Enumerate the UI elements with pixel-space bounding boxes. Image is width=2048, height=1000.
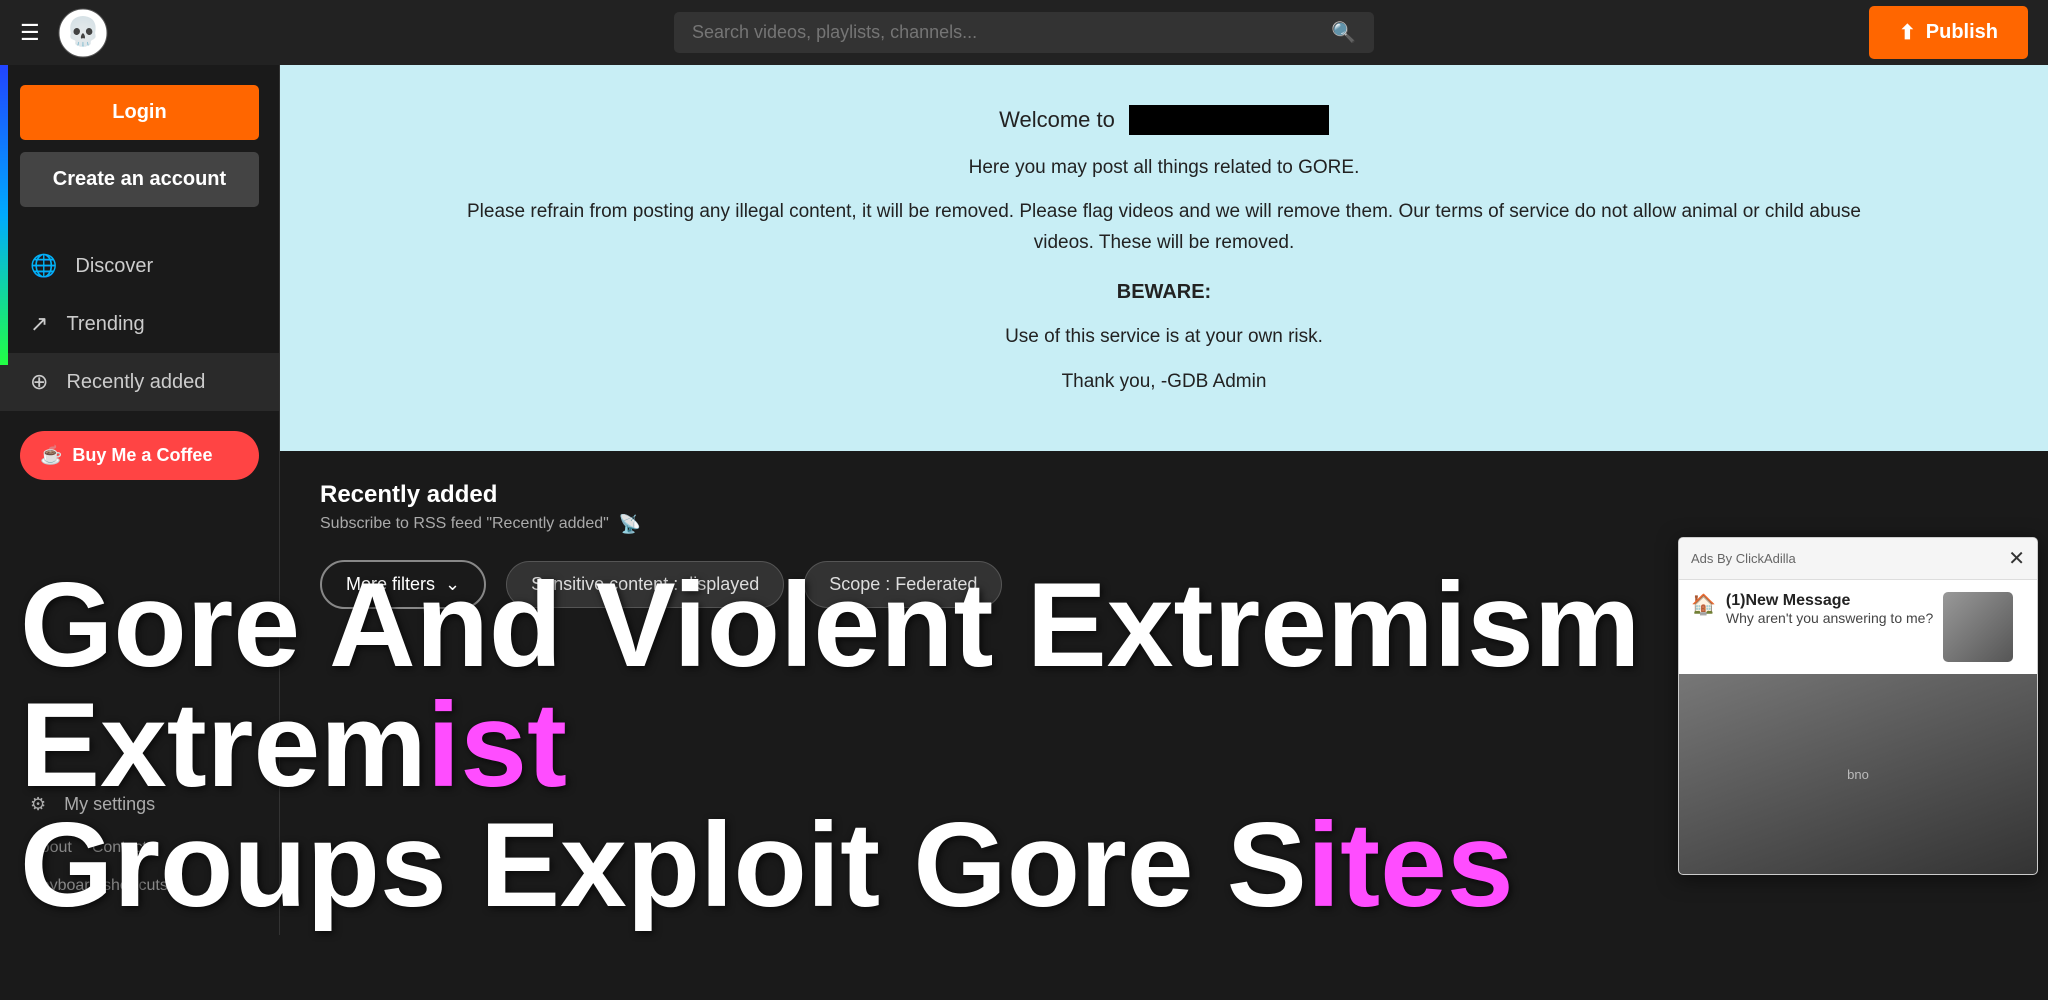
left-color-bar (0, 65, 8, 365)
plus-circle-icon: ⊕ (30, 369, 48, 395)
header: ☰ 💀 🔍 ⬆ Publish (0, 0, 2048, 65)
ad-popup: Ads By ClickAdilla ✕ 🏠 (1)New Message Wh… (1678, 537, 2038, 875)
sidebar-bottom: ⚙ My settings About Contact Keyboard sho… (0, 770, 279, 915)
about-link[interactable]: About (30, 839, 72, 857)
ad-sub-text: Why aren't you answering to me? (1726, 610, 1933, 626)
section-subtitle: Subscribe to RSS feed "Recently added" 📡 (320, 514, 2008, 535)
sidebar-item-recently-added[interactable]: ⊕ Recently added (0, 353, 279, 411)
coffee-icon: ☕ (40, 445, 62, 466)
trending-icon: ↗ (30, 311, 48, 337)
keyboard-shortcuts-link[interactable]: Keyboard shortcuts (30, 877, 168, 895)
svg-text:💀: 💀 (65, 15, 100, 48)
section-title: Recently added (320, 481, 2008, 509)
ad-top-row: 🏠 (1)New Message Why aren't you answerin… (1679, 580, 2037, 674)
ad-popup-content: 🏠 (1)New Message Why aren't you answerin… (1679, 580, 2037, 874)
chevron-down-icon: ⌄ (445, 574, 460, 595)
sidebar-item-recently-added-label: Recently added (66, 371, 205, 394)
more-filters-label: More filters (346, 574, 435, 595)
welcome-line2: Here you may post all things related to … (464, 153, 1864, 183)
bno-label: bno (1847, 767, 1869, 782)
welcome-beware: BEWARE: (464, 276, 1864, 308)
settings-label: My settings (64, 794, 155, 815)
sidebar-item-trending-label: Trending (66, 313, 144, 336)
sidebar-item-discover[interactable]: 🌐 Discover (0, 237, 279, 295)
welcome-thanks: Thank you, -GDB Admin (464, 367, 1864, 397)
gear-icon: ⚙ (30, 794, 46, 815)
ad-message-icon: 🏠 (1691, 592, 1716, 617)
sidebar: Login Create an account 🌐 Discover ↗ Tre… (0, 65, 280, 935)
contact-link[interactable]: Contact (92, 839, 147, 857)
sidebar-item-discover-label: Discover (75, 255, 153, 278)
welcome-banner: Welcome to Here you may post all things … (280, 65, 2048, 451)
publish-label: Publish (1926, 21, 1998, 44)
create-account-button[interactable]: Create an account (20, 152, 259, 207)
ad-image-placeholder: bno (1679, 674, 2037, 874)
welcome-line3: Please refrain from posting any illegal … (464, 197, 1864, 258)
sidebar-item-trending[interactable]: ↗ Trending (0, 295, 279, 353)
scope-filter[interactable]: Scope : Federated (804, 561, 1002, 608)
search-icon: 🔍 (1331, 20, 1356, 45)
ad-close-button[interactable]: ✕ (2008, 546, 2025, 571)
sensitive-content-filter[interactable]: Sensitive content : displayed (506, 561, 784, 608)
more-filters-button[interactable]: More filters ⌄ (320, 560, 486, 609)
welcome-risk: Use of this service is at your own risk. (464, 322, 1864, 352)
ad-image-area[interactable]: bno (1679, 674, 2037, 874)
search-input[interactable] (692, 22, 1321, 43)
login-button[interactable]: Login (20, 85, 259, 140)
ad-popup-header: Ads By ClickAdilla ✕ (1679, 538, 2037, 580)
publish-icon: ⬆ (1899, 20, 1916, 45)
search-bar: 🔍 (674, 12, 1374, 53)
rss-icon: 📡 (619, 514, 641, 535)
welcome-prefix: Welcome to (999, 107, 1115, 133)
ad-message-info: (1)New Message Why aren't you answering … (1726, 592, 1933, 626)
ad-label: Ads By ClickAdilla (1691, 551, 1796, 566)
globe-icon: 🌐 (30, 253, 57, 279)
welcome-title: Welcome to (340, 105, 1988, 135)
menu-icon[interactable]: ☰ (20, 20, 40, 46)
ad-new-message: (1)New Message (1726, 592, 1933, 610)
buy-coffee-label: Buy Me a Coffee (72, 445, 212, 466)
site-logo: 💀 (58, 8, 108, 58)
buy-coffee-button[interactable]: ☕ Buy Me a Coffee (20, 431, 259, 480)
publish-button[interactable]: ⬆ Publish (1869, 6, 2028, 59)
ad-thumbnail (1943, 592, 2013, 662)
redacted-name (1129, 105, 1329, 135)
rss-sub-text: Subscribe to RSS feed "Recently added" (320, 515, 609, 533)
sidebar-auth: Login Create an account (0, 85, 279, 227)
sidebar-nav: 🌐 Discover ↗ Trending ⊕ Recently added (0, 227, 279, 421)
sidebar-item-settings[interactable]: ⚙ My settings (0, 780, 279, 829)
